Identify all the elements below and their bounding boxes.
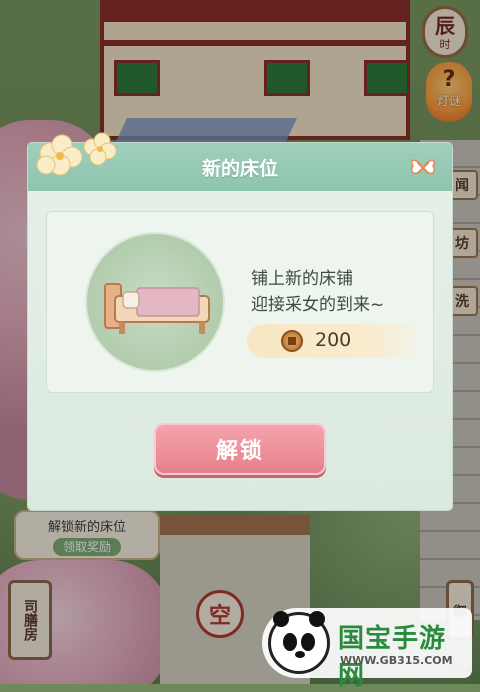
- coin-icon: [281, 330, 303, 352]
- site-watermark: 国宝手游网 WWW.GB315.COM: [262, 608, 472, 691]
- watermark-url: WWW.GB315.COM: [340, 654, 453, 667]
- description-line-1: 铺上新的床铺: [251, 269, 353, 289]
- cost-value: 200: [315, 329, 352, 351]
- unlock-button[interactable]: 解锁: [154, 423, 326, 475]
- bed-icon: [104, 283, 210, 334]
- unlock-cost: 200: [247, 324, 427, 358]
- panda-logo-icon: [268, 611, 330, 674]
- unlock-button-label: 解锁: [215, 439, 264, 464]
- butterfly-close-icon[interactable]: [408, 153, 438, 183]
- reward-panel: 铺上新的床铺 迎接采女的到来~ 200: [46, 211, 434, 393]
- bed-preview-circle: [85, 232, 225, 372]
- description-line-2: 迎接采女的到来~: [251, 295, 385, 315]
- new-bed-dialog: 新的床位 铺上新的床铺 迎接采女的到来~ 200 解锁: [28, 132, 452, 510]
- plum-flower-decoration-icon: [36, 132, 117, 176]
